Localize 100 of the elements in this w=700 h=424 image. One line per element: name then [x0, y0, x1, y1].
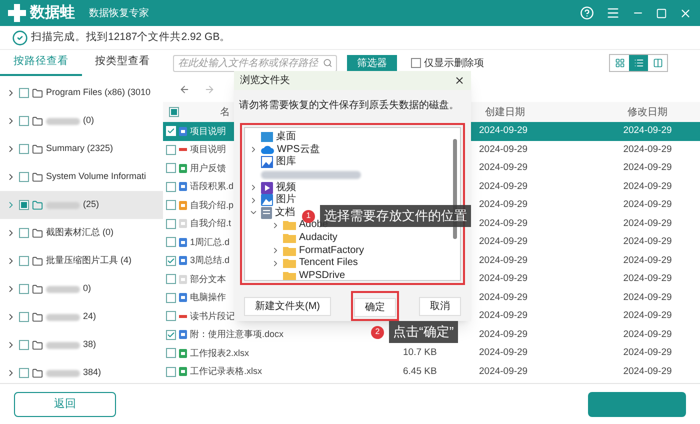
checkbox-label: 仅显示删除项 [424, 56, 484, 70]
callout: 点击“确定” [389, 321, 458, 343]
forward-icon[interactable] [204, 84, 215, 94]
checkbox[interactable] [19, 228, 29, 238]
checkbox[interactable] [19, 116, 29, 126]
file-name: 1周汇总.d [190, 236, 230, 248]
checkbox[interactable] [19, 200, 29, 210]
folder-label: (25) [83, 198, 100, 212]
column-header: 修改日期 [626, 106, 668, 120]
folder-tree-row[interactable]: 384) [0, 359, 163, 383]
folder-tree-row[interactable]: (0) [0, 107, 163, 135]
modified-date: 2024-09-29 [622, 198, 673, 212]
checkbox[interactable] [166, 330, 176, 340]
folder-label[interactable]: WPS云盘 [277, 144, 320, 155]
folder-tree-row[interactable]: 截图素材汇总 (0) [0, 219, 163, 247]
checkbox[interactable] [19, 172, 29, 182]
checkbox[interactable] [166, 200, 176, 210]
search-icon[interactable] [322, 58, 332, 68]
checkbox[interactable] [166, 292, 176, 303]
folder-label[interactable]: 文档 [275, 208, 295, 218]
file-name: 电脑操作 [190, 291, 226, 304]
checkbox[interactable] [166, 218, 176, 229]
checkbox[interactable] [19, 88, 29, 98]
checkbox[interactable] [19, 144, 29, 154]
folder-tree-row[interactable]: 38) [0, 331, 163, 359]
folder-label[interactable]: Audacity [299, 233, 338, 244]
dialog-button[interactable]: 取消 [419, 296, 461, 316]
folder-tree-row[interactable]: (25) [0, 191, 163, 219]
checkbox[interactable] [166, 163, 176, 174]
folder-label[interactable]: 图片 [276, 195, 296, 206]
back-button[interactable]: 返回 [14, 392, 116, 416]
checkbox[interactable] [166, 274, 176, 284]
view-mode-button[interactable] [629, 55, 648, 71]
back-icon[interactable] [179, 84, 190, 94]
folder-icon [32, 368, 43, 378]
folder-tree-row[interactable]: 0) [0, 275, 163, 303]
folder-tree-row[interactable]: System Volume Informati [0, 163, 163, 191]
file-name: 工作报表2.xlsx [190, 346, 250, 360]
folder-tree-row[interactable]: Summary (2325) [0, 135, 163, 163]
column-header: 创建日期 [484, 106, 526, 120]
folder-icon [32, 340, 43, 350]
dialog-message: 请勿将需要恢复的文件保存到原丢失数据的磁盘。 [238, 98, 460, 113]
folder-label: 24) [83, 310, 96, 324]
file-name: 附：使用注意事项.docx [190, 328, 284, 341]
checkbox[interactable] [19, 284, 29, 294]
folder-icon [283, 270, 296, 280]
dialog-button[interactable]: 确定 [354, 298, 396, 317]
checkbox[interactable] [169, 106, 179, 116]
checkbox[interactable] [19, 312, 29, 322]
checkbox[interactable] [166, 144, 176, 155]
checkbox[interactable] [166, 311, 176, 322]
modified-date: 2024-09-29 [622, 309, 673, 324]
checkbox[interactable] [166, 348, 176, 358]
folder-label[interactable]: 桌面 [276, 132, 296, 142]
folder-label: 38) [83, 338, 96, 352]
checkbox[interactable] [19, 340, 29, 350]
folder-label: 0) [83, 282, 92, 296]
filter-button[interactable]: 筛选器 [347, 54, 397, 72]
checkbox[interactable] [411, 58, 421, 68]
modified-date: 2024-09-29 [622, 235, 673, 250]
close-icon[interactable] [454, 75, 465, 86]
folder-label[interactable]: 图库 [276, 157, 296, 168]
folder-tree-row[interactable]: 批量压缩图片工具 (4) [0, 247, 163, 275]
checkbox[interactable] [166, 182, 176, 192]
checkbox[interactable] [166, 366, 176, 377]
created-date: 2024-09-29 [478, 235, 529, 250]
file-name: 用户反馈 [190, 162, 226, 174]
text-file-icon [179, 274, 187, 284]
document-file-icon [179, 126, 187, 136]
checkbox[interactable] [166, 237, 176, 248]
action-button[interactable] [588, 392, 686, 416]
help-icon[interactable] [580, 6, 594, 20]
folder-label[interactable]: Tencent Files [299, 258, 358, 268]
document-icon [261, 206, 272, 219]
created-date: 2024-09-29 [478, 161, 529, 176]
logo-icon [8, 4, 26, 22]
view-tab[interactable]: 按路径查看 [0, 50, 82, 76]
folder-tree-row[interactable]: Program Files (x86) (3010 [0, 79, 163, 107]
expand-icon[interactable] [271, 220, 280, 230]
folder-label[interactable]: WPSDrive [299, 270, 346, 280]
maximize-icon[interactable] [656, 8, 667, 18]
grid-view-icon [614, 58, 624, 68]
created-date: 2024-09-29 [478, 272, 529, 286]
folder-label: 384) [83, 366, 102, 380]
folder-tree-row[interactable]: 24) [0, 303, 163, 331]
app-logo: 数据蛙 [30, 2, 75, 23]
document-file-icon [179, 293, 187, 302]
search-field[interactable]: 在此处输入文件名称或保存路径 [173, 54, 337, 72]
dialog-button[interactable]: 新建文件夹(M) [244, 296, 331, 316]
expand-icon[interactable] [249, 145, 258, 154]
scan-status: 扫描完成。找到12187个文件共2.92 GB。 [31, 30, 231, 45]
view-tab[interactable]: 按类型查看 [82, 50, 163, 76]
folder-label[interactable]: 视频 [276, 182, 296, 193]
checkbox[interactable] [166, 256, 176, 266]
checkbox[interactable] [19, 368, 29, 378]
menu-icon[interactable] [606, 6, 620, 20]
created-date: 2024-09-29 [478, 364, 529, 379]
checkbox[interactable] [19, 256, 29, 266]
folder-icon [283, 258, 296, 268]
folder-label[interactable]: FormatFactory [299, 246, 364, 256]
